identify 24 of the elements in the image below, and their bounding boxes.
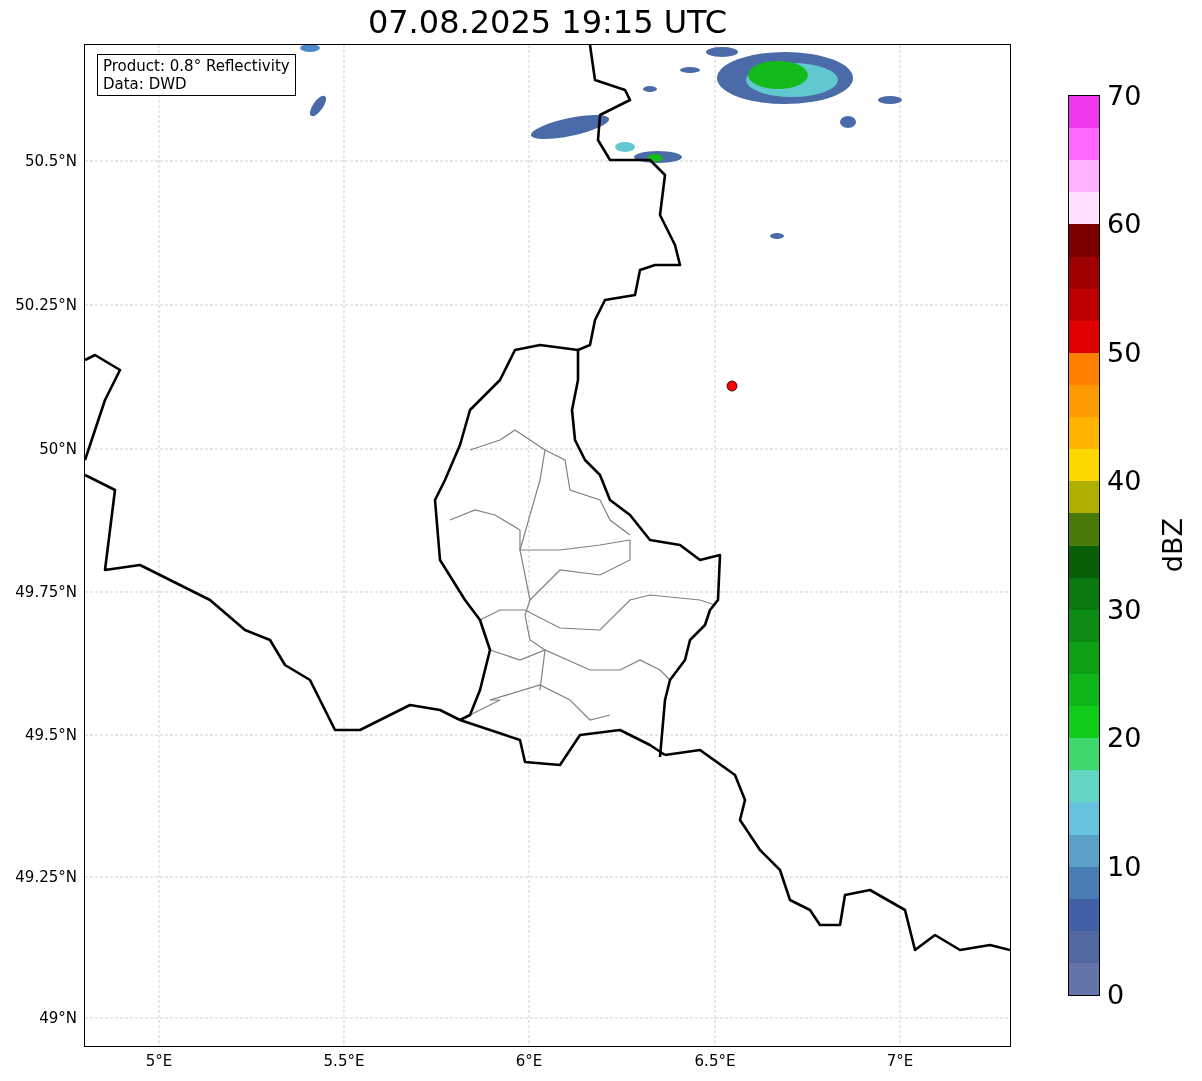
scale-label: 50 bbox=[1107, 337, 1142, 368]
unit-label: dBZ bbox=[1158, 518, 1188, 573]
longitude-label: 5°E bbox=[145, 1052, 173, 1070]
longitude-label: 5.5°E bbox=[323, 1052, 365, 1070]
scale-label: 0 bbox=[1107, 980, 1125, 1010]
latitude-label: 50°N bbox=[39, 440, 77, 458]
longitude-label: 6°E bbox=[515, 1052, 543, 1070]
scale-label: 40 bbox=[1107, 466, 1142, 497]
latitude-label: 49.5°N bbox=[24, 726, 77, 744]
scale-label: 70 bbox=[1107, 81, 1142, 111]
scale-label: 30 bbox=[1107, 594, 1142, 625]
latitude-label: 49.25°N bbox=[15, 868, 77, 886]
longitude-label: 7°E bbox=[886, 1052, 914, 1070]
longitude-label: 6.5°E bbox=[694, 1052, 736, 1070]
latitude-label: 50.25°N bbox=[15, 296, 77, 314]
latitude-label: 49°N bbox=[39, 1009, 77, 1027]
map-title: 07.08.2025 19:15 UTC bbox=[366, 2, 729, 43]
scale-label: 10 bbox=[1107, 851, 1142, 882]
latitude-label: 49.75°N bbox=[15, 583, 77, 601]
legend-text: Product: 0.8° Reflectivity bbox=[103, 57, 290, 75]
latitude-label: 50.5°N bbox=[24, 152, 77, 170]
scale-label: 20 bbox=[1107, 723, 1142, 754]
scale-label: 60 bbox=[1107, 209, 1142, 240]
legend-text: Data: DWD bbox=[103, 75, 188, 93]
